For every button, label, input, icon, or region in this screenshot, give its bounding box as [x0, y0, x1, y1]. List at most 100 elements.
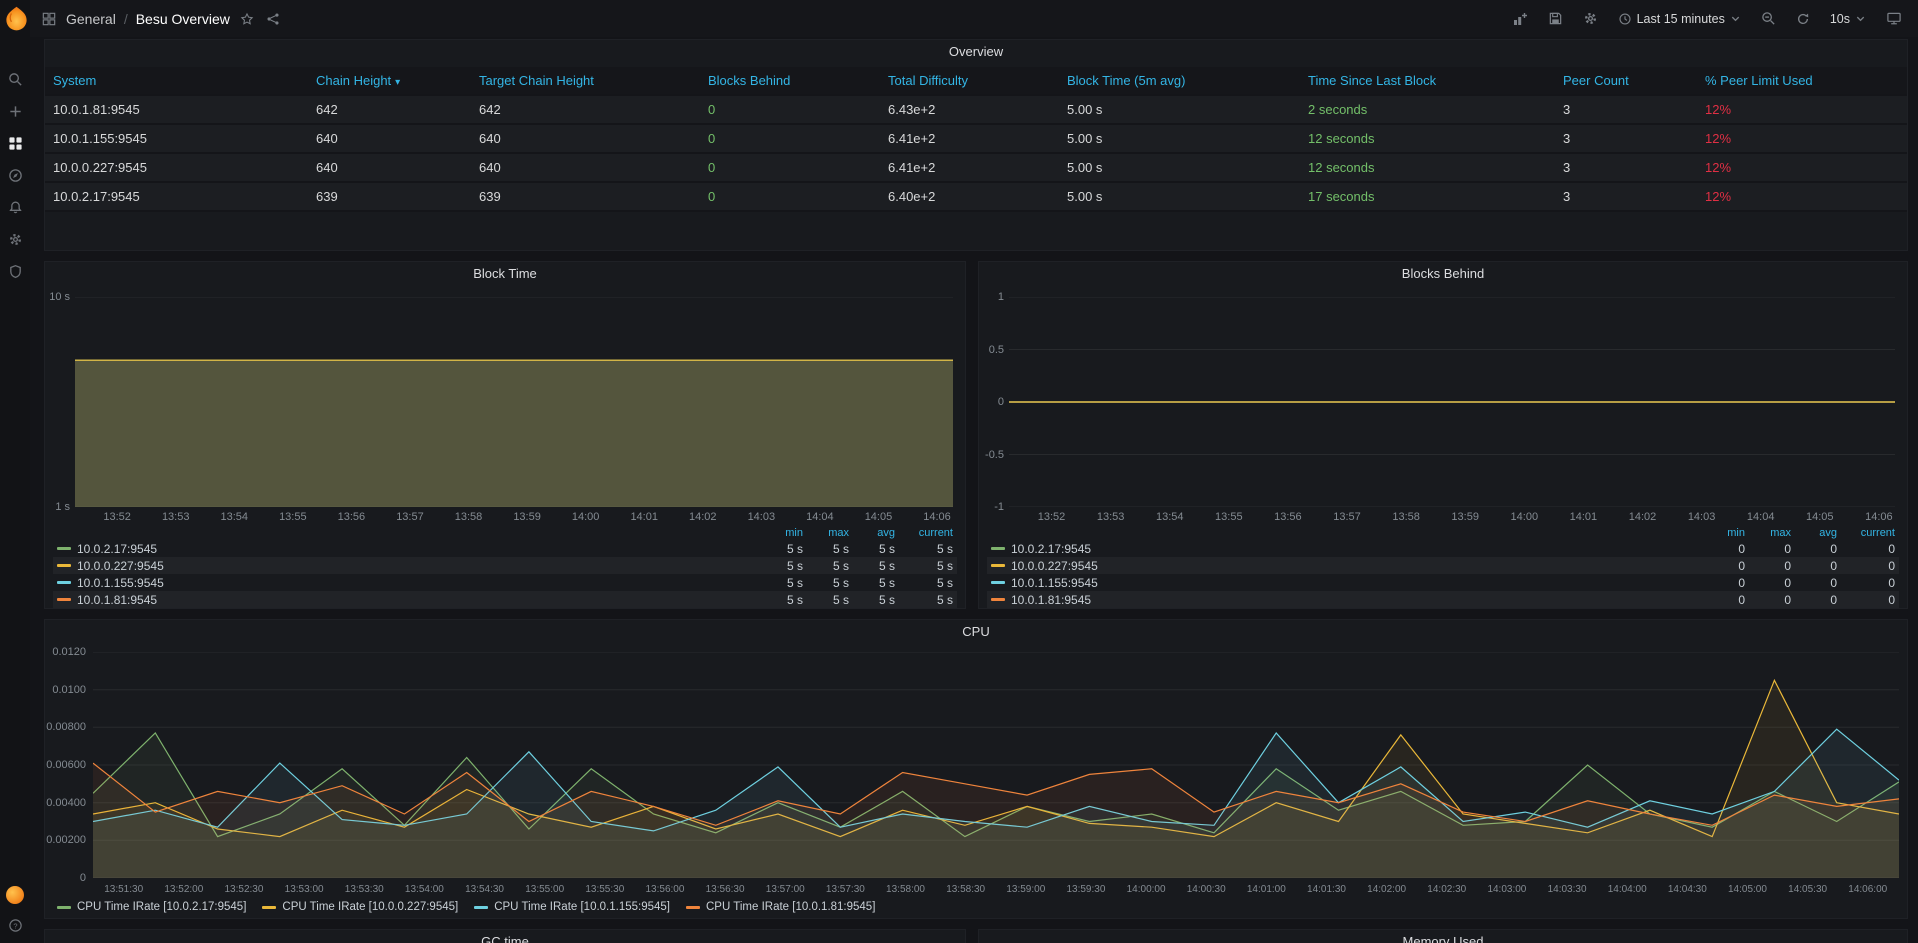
x-axis-label: 14:04 [806, 511, 834, 523]
time-range-picker[interactable]: Last 15 minutes [1616, 10, 1743, 28]
legend-stat-header[interactable]: min [757, 527, 803, 539]
legend-stat-header[interactable]: current [895, 527, 953, 539]
x-axis: 13:5213:5313:5413:5513:5613:5713:5813:59… [1009, 509, 1895, 525]
blocks-behind-chart[interactable] [1009, 297, 1895, 507]
x-axis-label: 13:52 [103, 511, 131, 523]
column-header[interactable]: Peer Count [1555, 67, 1697, 96]
series-color-icon [57, 547, 71, 550]
sidebar-item-create[interactable] [0, 98, 30, 124]
legend-series-name[interactable]: CPU Time IRate [10.0.2.17:9545] [57, 901, 246, 913]
panel-title[interactable]: Overview [45, 40, 1907, 64]
legend-stat-header[interactable]: min [1699, 527, 1745, 539]
legend-series-name[interactable]: 10.0.1.155:9545 [57, 576, 757, 590]
grafana-logo[interactable] [3, 5, 30, 32]
column-header[interactable]: % Peer Limit Used [1697, 67, 1907, 96]
sidebar-item-configuration[interactable] [0, 226, 30, 252]
table-cell: 6.41e+2 [880, 154, 1059, 183]
user-avatar[interactable] [0, 882, 30, 908]
panel-blocks-behind: Blocks Behind 10.50-0.5-1 13:5213:5313:5… [978, 261, 1908, 609]
x-axis: 13:5213:5313:5413:5513:5613:5713:5813:59… [75, 509, 953, 525]
block-time-chart[interactable] [75, 297, 953, 507]
share-dashboard-button[interactable] [264, 10, 282, 28]
x-axis-label: 13:53 [1097, 511, 1125, 523]
sidebar-item-search[interactable] [0, 66, 30, 92]
time-range-label: Last 15 minutes [1637, 12, 1725, 26]
cpu-chart[interactable] [93, 652, 1899, 878]
legend-stat-value: 0 [1699, 542, 1745, 556]
legend-stat-value: 0 [1791, 542, 1837, 556]
panel-title[interactable]: Blocks Behind [979, 262, 1907, 286]
sidebar-item-alerting[interactable] [0, 194, 30, 220]
x-axis-label: 13:52 [1038, 511, 1066, 523]
table-cell: 5.00 s [1059, 125, 1300, 154]
zoom-out-button[interactable] [1759, 9, 1778, 28]
legend-series-name[interactable]: CPU Time IRate [10.0.1.155:9545] [474, 901, 670, 913]
legend-stat-header[interactable]: current [1837, 527, 1895, 539]
legend-stat-value: 5 s [757, 593, 803, 607]
dashboard-settings-button[interactable] [1581, 9, 1600, 28]
legend-series-name[interactable]: 10.0.2.17:9545 [991, 542, 1699, 556]
column-header[interactable]: Chain Height▾ [308, 67, 471, 96]
legend-series-name[interactable]: CPU Time IRate [10.0.1.81:9545] [686, 901, 875, 913]
table-cell: 5.00 s [1059, 154, 1300, 183]
legend-series-name[interactable]: CPU Time IRate [10.0.0.227:9545] [262, 901, 458, 913]
refresh-button[interactable] [1794, 10, 1812, 28]
legend-row: 10.0.2.17:95455 s5 s5 s5 s [53, 540, 957, 557]
sidebar-item-help[interactable]: ? [0, 912, 30, 938]
sidebar-item-dashboards[interactable] [0, 130, 30, 156]
series-color-icon [991, 598, 1005, 601]
x-axis-label: 14:06 [923, 511, 951, 523]
legend-stat-header[interactable]: max [1745, 527, 1791, 539]
column-header[interactable]: Blocks Behind [700, 67, 880, 96]
legend-stat-value: 5 s [849, 542, 895, 556]
column-header[interactable]: Block Time (5m avg) [1059, 67, 1300, 96]
legend-series-name[interactable]: 10.0.1.81:9545 [57, 593, 757, 607]
panel-title[interactable]: Block Time [45, 262, 965, 286]
legend-stat-value: 0 [1745, 593, 1791, 607]
panel-title[interactable]: GC time [45, 930, 965, 943]
x-axis-label: 14:05:30 [1788, 884, 1827, 895]
legend-stat-header[interactable]: avg [849, 527, 895, 539]
legend-series-name[interactable]: 10.0.1.155:9545 [991, 576, 1699, 590]
add-panel-button[interactable] [1510, 9, 1530, 29]
legend-series-name[interactable]: 10.0.2.17:9545 [57, 542, 757, 556]
refresh-interval-picker[interactable]: 10s [1828, 10, 1868, 28]
legend-series-name[interactable]: 10.0.1.81:9545 [991, 593, 1699, 607]
legend-stat-value: 5 s [895, 559, 953, 573]
panel-gc-time: GC time [44, 929, 966, 943]
x-axis-label: 13:56 [338, 511, 366, 523]
table-cell: 640 [308, 125, 471, 154]
table-cell: 10.0.1.81:9545 [45, 96, 308, 125]
legend-stat-value: 0 [1837, 542, 1895, 556]
dashboard-title[interactable]: Besu Overview [136, 11, 230, 27]
legend-series-name[interactable]: 10.0.0.227:9545 [991, 559, 1699, 573]
sidebar-item-server-admin[interactable] [0, 258, 30, 284]
column-header[interactable]: Total Difficulty [880, 67, 1059, 96]
legend-series-name[interactable]: 10.0.0.227:9545 [57, 559, 757, 573]
legend-row: 10.0.1.81:95450000 [987, 591, 1899, 608]
breadcrumb-folder[interactable]: General [66, 11, 116, 27]
legend-stat-value: 5 s [849, 576, 895, 590]
legend-stat-header[interactable]: max [803, 527, 849, 539]
x-axis-label: 14:03 [748, 511, 776, 523]
x-axis-label: 14:00:00 [1127, 884, 1166, 895]
x-axis-label: 14:01:30 [1307, 884, 1346, 895]
panel-title[interactable]: Memory Used [979, 930, 1907, 943]
save-dashboard-button[interactable] [1546, 9, 1565, 28]
cycle-view-mode-button[interactable] [1884, 9, 1904, 28]
sidebar-item-explore[interactable] [0, 162, 30, 188]
x-axis-label: 13:53:00 [285, 884, 324, 895]
panel-title[interactable]: CPU [45, 620, 1907, 644]
column-header[interactable]: System [45, 67, 308, 96]
column-header[interactable]: Time Since Last Block [1300, 67, 1555, 96]
table-cell: 5.00 s [1059, 183, 1300, 212]
x-axis-label: 14:00 [1511, 511, 1539, 523]
avatar-image [6, 886, 24, 904]
x-axis-label: 13:55 [1215, 511, 1243, 523]
table-cell: 640 [471, 154, 700, 183]
legend-stat-header[interactable]: avg [1791, 527, 1837, 539]
legend: minmaxavgcurrent10.0.2.17:9545000010.0.0… [987, 526, 1899, 608]
column-header[interactable]: Target Chain Height [471, 67, 700, 96]
star-dashboard-button[interactable] [238, 10, 256, 28]
x-axis-label: 14:05 [1806, 511, 1834, 523]
